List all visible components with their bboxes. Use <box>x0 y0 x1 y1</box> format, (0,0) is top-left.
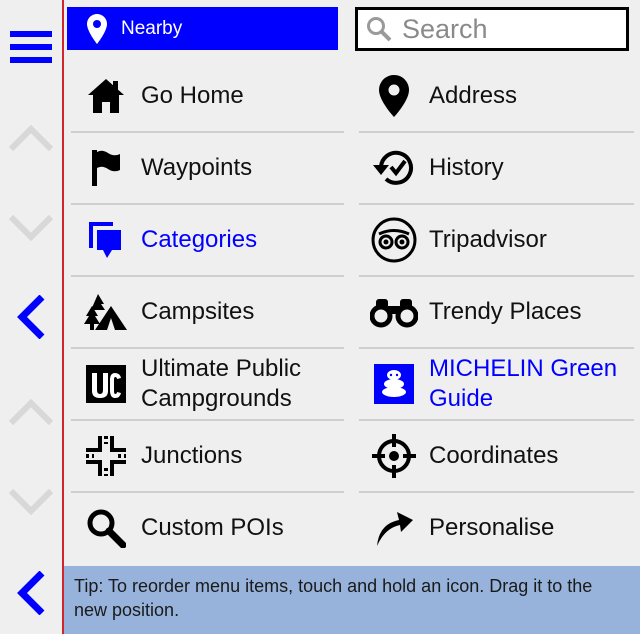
back-icon[interactable] <box>0 292 62 342</box>
menu-item-custom-pois[interactable]: Custom POIs <box>71 493 344 563</box>
menu-item-junctions[interactable]: Junctions <box>71 421 344 493</box>
menu-item-categories[interactable]: Categories <box>71 205 344 277</box>
crosshair-icon <box>359 433 429 479</box>
binoculars-icon <box>359 296 429 328</box>
tripadvisor-icon <box>359 217 429 263</box>
nearby-button[interactable]: Nearby <box>67 7 338 50</box>
menu-item-campsites[interactable]: Campsites <box>71 277 344 349</box>
page-up-icon[interactable] <box>0 392 62 432</box>
scroll-up-icon[interactable] <box>0 118 62 158</box>
search-icon <box>367 17 392 42</box>
flag-icon <box>71 148 141 188</box>
junction-icon <box>71 434 141 478</box>
menu-item-personalise[interactable]: Personalise <box>359 493 634 563</box>
arrow-icon <box>359 508 429 548</box>
close-panel-icon[interactable] <box>0 568 62 618</box>
home-icon <box>71 77 141 115</box>
menu-item-waypoints[interactable]: Waypoints <box>71 133 344 205</box>
menu-item-history[interactable]: History <box>359 133 634 205</box>
page-down-icon[interactable] <box>0 482 62 522</box>
menu-item-trendy-places[interactable]: Trendy Places <box>359 277 634 349</box>
campsite-icon <box>71 292 141 332</box>
search-input[interactable]: Search <box>355 7 629 51</box>
menu-item-ultimate-public-campgrounds[interactable]: Ultimate Public Campgrounds <box>71 349 344 421</box>
search-placeholder: Search <box>402 13 488 44</box>
menu-item-coordinates[interactable]: Coordinates <box>359 421 634 493</box>
location-pin-icon <box>359 75 429 117</box>
menu-icon[interactable] <box>0 22 62 72</box>
side-rail <box>0 0 64 634</box>
menu-item-go-home[interactable]: Go Home <box>71 61 344 133</box>
history-icon <box>359 147 429 189</box>
menu-item-address[interactable]: Address <box>359 61 634 133</box>
tip-banner: Tip: To reorder menu items, touch and ho… <box>64 566 640 634</box>
categories-icon <box>71 220 141 260</box>
menu-item-michelin-green-guide[interactable]: MICHELIN Green Guide <box>359 349 634 421</box>
uc-logo-icon <box>71 364 141 404</box>
location-pin-icon <box>87 13 107 44</box>
menu-item-tripadvisor[interactable]: Tripadvisor <box>359 205 634 277</box>
scroll-down-icon[interactable] <box>0 208 62 248</box>
magnifier-icon <box>71 508 141 548</box>
michelin-icon <box>359 364 429 404</box>
menu-panel: Nearby Search Go Home Waypoints Categori… <box>64 0 640 634</box>
nearby-label: Nearby <box>121 17 183 39</box>
